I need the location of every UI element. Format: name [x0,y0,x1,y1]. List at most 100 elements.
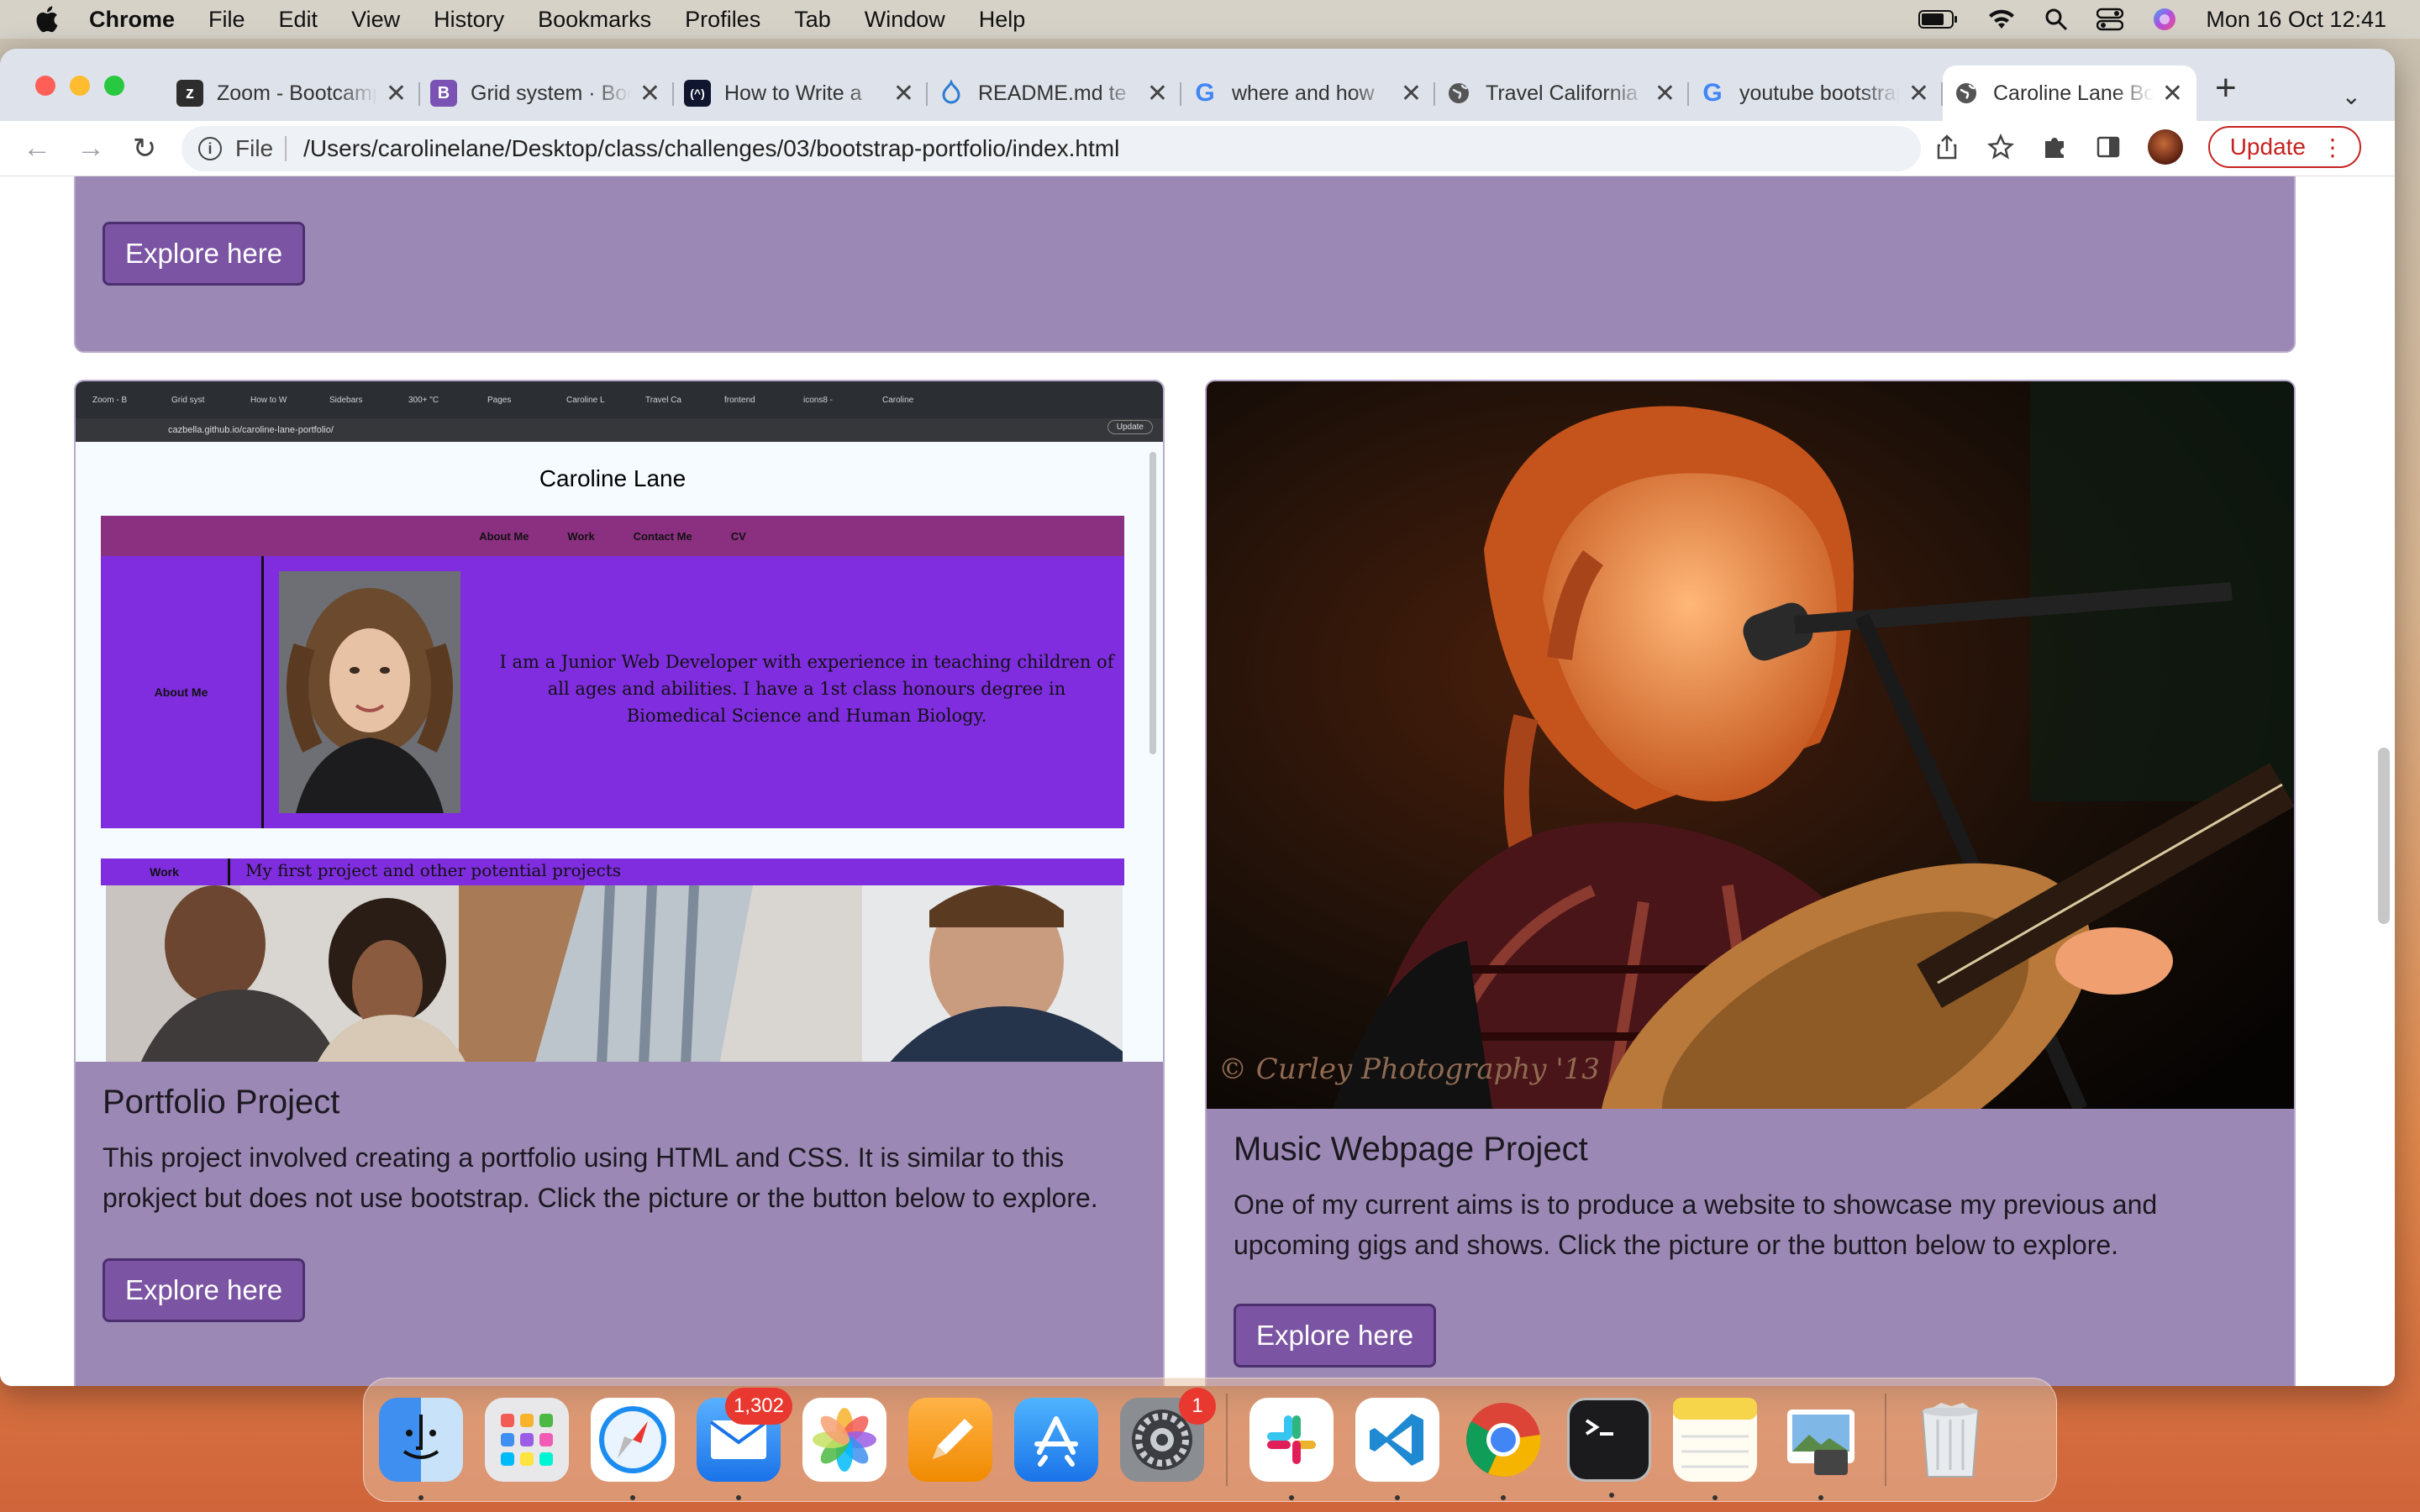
close-tab-icon[interactable]: ✕ [386,79,407,108]
close-tab-icon[interactable]: ✕ [639,79,660,108]
menu-app-name[interactable]: Chrome [89,7,175,33]
siri-icon[interactable] [2152,7,2177,32]
dock-finder[interactable] [379,1398,463,1500]
running-indicator [1501,1495,1506,1500]
dock-slack[interactable] [1249,1398,1334,1500]
screenshot-tab: 300+ "C [408,395,439,405]
screenshot-tab: frontend [724,395,755,405]
bookmark-star-icon[interactable] [1986,133,2015,161]
menu-edit[interactable]: Edit [279,7,318,33]
new-tab-icon[interactable]: + [2215,67,2237,121]
tab-readme[interactable]: README.md te ✕ [928,66,1181,121]
address-bar[interactable]: i File /Users/carolinelane/Desktop/class… [182,126,1921,171]
close-tab-icon[interactable]: ✕ [1655,79,1676,108]
apple-icon[interactable] [34,5,59,34]
photo-watermark: © Curley Photography '13 [1218,1053,1600,1086]
screenshot-about-section: About Me I am a Junior Web Developer wit… [101,556,1124,828]
settings-update-badge: 1 [1179,1388,1216,1425]
menu-history[interactable]: History [434,7,504,33]
tab-how-to-write[interactable]: (^) How to Write a ✕ [674,66,928,121]
tab-title: How to Write a [724,81,862,105]
screenshot-tab-strip: Zoom - B Grid syst How to W Sidebars 300… [76,381,1163,418]
profile-avatar[interactable] [2147,129,2183,165]
close-tab-icon[interactable]: ✕ [893,79,914,108]
chrome-update-button[interactable]: Update ⋮ [2207,126,2361,168]
more-menu-icon[interactable]: ⋮ [2321,134,2344,161]
dock-photos[interactable] [802,1398,886,1482]
update-label: Update [2229,134,2306,160]
wifi-icon[interactable] [1987,8,2016,30]
minimize-window-button[interactable] [70,76,90,96]
close-window-button[interactable] [35,76,55,96]
close-tab-icon[interactable]: ✕ [1401,79,1422,108]
tab-travel-california[interactable]: Travel California ✕ [1435,66,1689,121]
dock-chrome[interactable] [1461,1398,1545,1500]
dock-trash[interactable] [1908,1398,1992,1482]
url-protocol: File [235,135,274,161]
menu-file[interactable]: File [208,7,245,33]
screenshot-tab: Pages [487,395,512,405]
dock-preview[interactable] [1779,1398,1863,1500]
forward-arrow-icon[interactable]: → [74,132,108,165]
slack-icon [1267,1415,1316,1464]
running-indicator [1609,1493,1614,1498]
dock-safari[interactable] [591,1398,675,1500]
singer-photo[interactable]: © Curley Photography '13 [1207,381,2294,1109]
dock-notes[interactable] [1673,1398,1757,1500]
dock-vscode[interactable] [1355,1398,1439,1500]
dock-pages[interactable] [908,1398,992,1482]
close-tab-icon[interactable]: ✕ [1147,79,1168,108]
zoom-window-button[interactable] [104,76,124,96]
portfolio-screenshot[interactable]: Zoom - B Grid syst How to W Sidebars 300… [76,381,1163,1062]
page-scrollbar-thumb[interactable] [2378,748,2390,924]
screenshot-tab: Caroline [882,395,914,405]
running-indicator [1289,1495,1294,1500]
safari-icon [599,1406,666,1473]
music-project-card: © Curley Photography '13 Music Webpage P… [1205,380,2296,1386]
photos-icon [813,1408,876,1472]
menu-view[interactable]: View [351,7,400,33]
url-text[interactable]: /Users/carolinelane/Desktop/class/challe… [303,135,1119,162]
screenshot-site-title: Caroline Lane [539,465,687,491]
screenshot-scrollbar [1150,452,1156,754]
screenshot-site-nav: About Me Work Contact Me CV [101,516,1124,556]
screenshot-update-badge: Update [1107,420,1153,434]
music-explore-button[interactable]: Explore here [1234,1304,1437,1368]
spotlight-search-icon[interactable] [2044,8,2068,31]
page-viewport: Explore here Zoom - B Grid syst How to W… [0,176,2395,1386]
dock-mail[interactable]: 1,302 [697,1388,792,1500]
dock-terminal[interactable] [1567,1398,1651,1498]
tab-youtube-bootstrap[interactable]: G youtube bootstrap ✕ [1689,66,1943,121]
tab-zoom[interactable]: z Zoom - Bootcamp ✕ [166,66,420,121]
side-panel-icon[interactable] [2094,133,2123,161]
menubar-datetime[interactable]: Mon 16 Oct 12:41 [2206,7,2386,33]
bootstrap-icon: B [430,80,457,107]
dock-system-settings[interactable]: 1 [1120,1388,1216,1482]
menu-profiles[interactable]: Profiles [685,7,760,33]
screenshot-tab: Travel Ca [645,395,681,405]
close-tab-icon[interactable]: ✕ [2162,79,2183,108]
portfolio-explore-button[interactable]: Explore here [103,1258,306,1322]
tab-google-where[interactable]: G where and how ✕ [1181,66,1435,121]
control-center-icon[interactable] [2096,8,2124,31]
tab-search-chevron-icon[interactable]: ⌄ [2342,82,2361,110]
menu-help[interactable]: Help [979,7,1026,33]
reload-icon[interactable]: ↻ [128,132,161,165]
tab-title: Grid system · Bootstrap [471,81,631,105]
extensions-puzzle-icon[interactable] [2040,133,2069,161]
dock-app-store[interactable] [1014,1398,1098,1482]
site-info-icon[interactable]: i [198,137,222,160]
close-tab-icon[interactable]: ✕ [1908,79,1929,108]
explore-button[interactable]: Explore here [103,222,306,286]
menu-tab[interactable]: Tab [794,7,831,33]
back-arrow-icon[interactable]: ← [20,132,54,165]
share-icon[interactable] [1933,133,1961,161]
tab-caroline-lane-active[interactable]: Caroline Lane Bootstrap ✕ [1943,66,2196,121]
dock-launchpad[interactable] [485,1398,569,1482]
menu-window[interactable]: Window [865,7,945,33]
battery-icon[interactable] [1918,9,1959,29]
running-indicator [1712,1495,1718,1500]
codecademy-icon: (^) [684,80,711,107]
tab-bootstrap-grid[interactable]: B Grid system · Bootstrap ✕ [420,66,674,121]
menu-bookmarks[interactable]: Bookmarks [538,7,651,33]
